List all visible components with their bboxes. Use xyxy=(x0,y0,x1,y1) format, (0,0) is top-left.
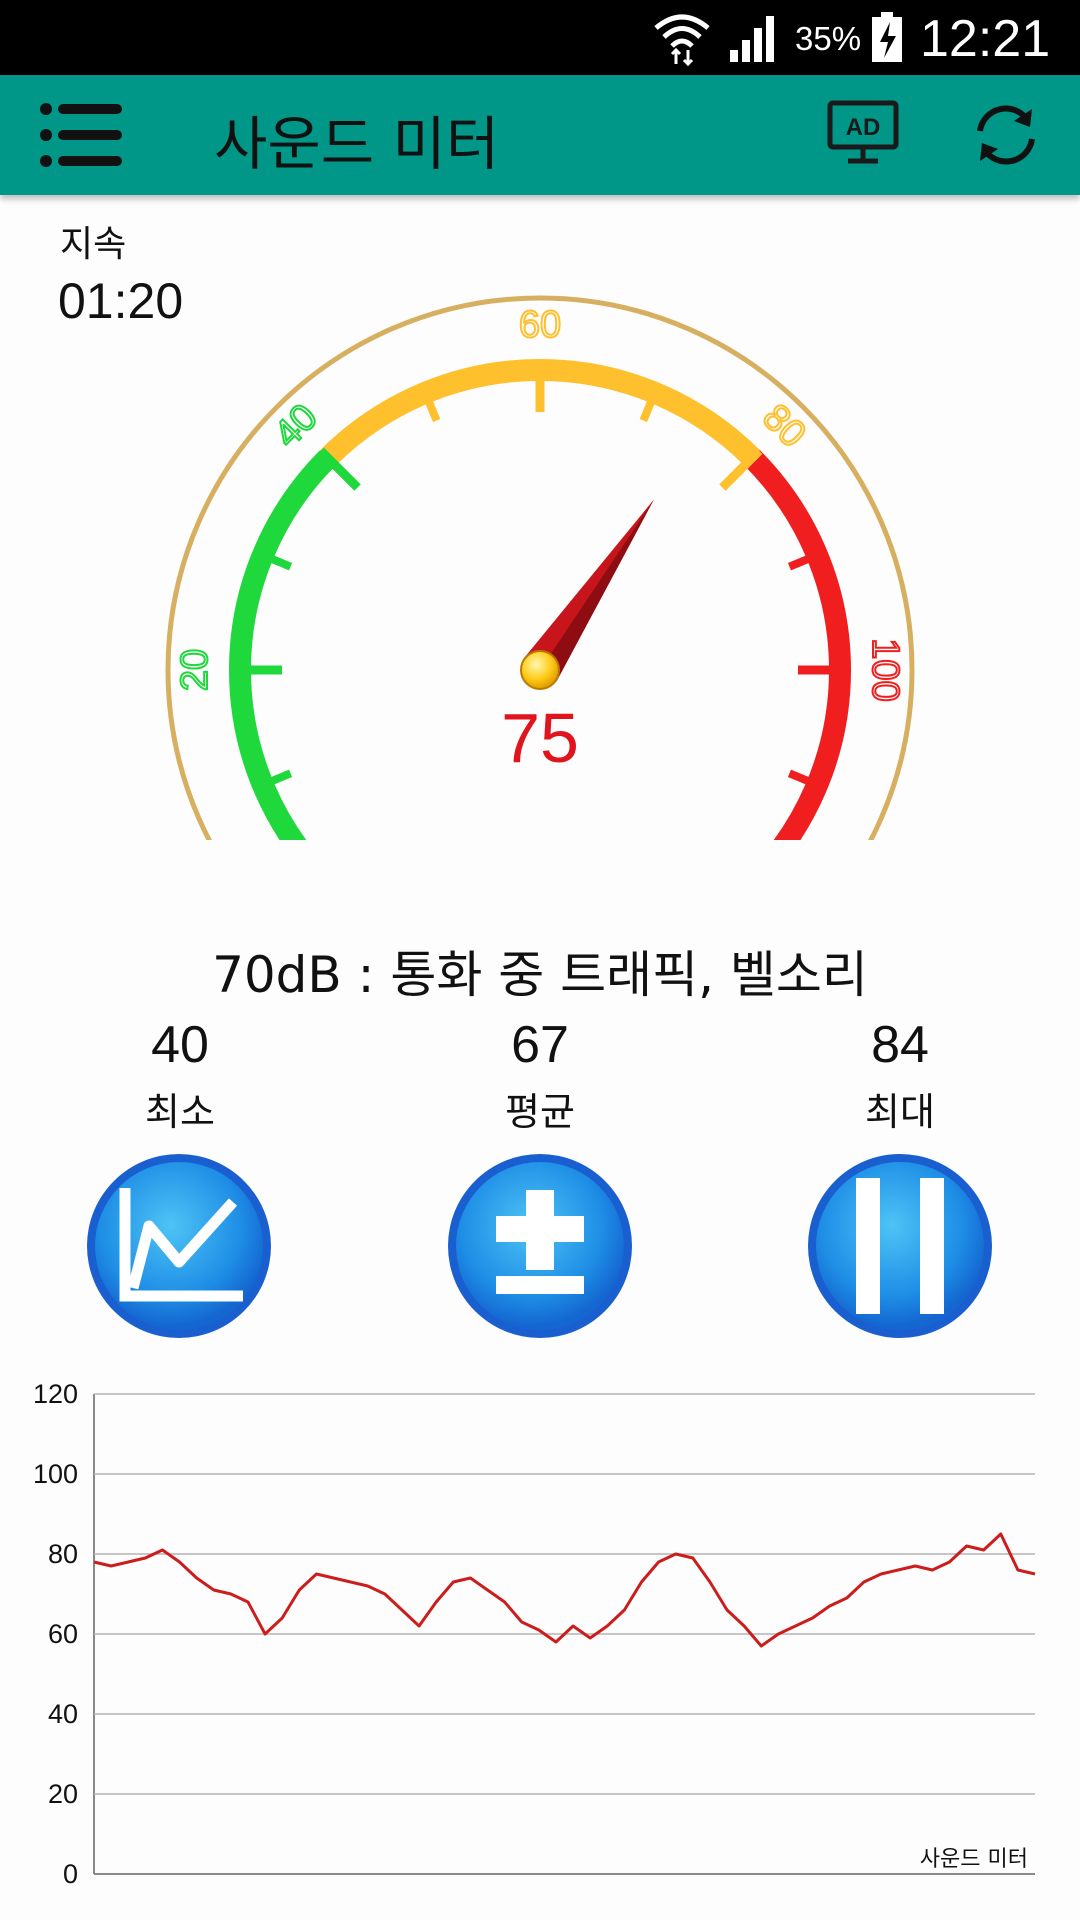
wifi-icon xyxy=(654,14,710,66)
refresh-icon[interactable] xyxy=(968,97,1044,173)
ad-label: AD xyxy=(846,114,881,141)
gauge-tick-label: 60 xyxy=(519,304,561,346)
stat-min: 40 최소 xyxy=(80,1015,280,1136)
y-tick-label: 60 xyxy=(48,1619,78,1649)
y-tick-label: 100 xyxy=(33,1459,78,1489)
chart-watermark: 사운드 미터 xyxy=(920,1847,1028,1872)
y-tick-label: 20 xyxy=(48,1779,78,1809)
stat-max: 84 최대 xyxy=(800,1015,1000,1136)
clock: 12:21 xyxy=(920,10,1051,68)
signal-icon xyxy=(730,16,774,62)
battery-percent: 35% xyxy=(795,20,862,57)
series-line-0 xyxy=(93,1532,1036,1648)
y-tick-label: 80 xyxy=(48,1539,78,1569)
duration-label: 지속 xyxy=(60,224,127,265)
stat-min-value: 40 xyxy=(151,1016,209,1074)
app-bar: 사운드 미터 AD xyxy=(0,75,1080,195)
gauge-zone-0 xyxy=(229,450,336,840)
gauge-needle-shade xyxy=(540,499,654,682)
gauge-zone-2 xyxy=(744,450,851,840)
stat-avg-value: 67 xyxy=(511,1016,569,1074)
gauge-tick-label: 20 xyxy=(174,649,216,691)
pause-button[interactable] xyxy=(804,1150,996,1342)
level-description: 70dB : 통화 중 트래픽, 벨소리 xyxy=(212,946,868,1004)
stat-max-label: 최대 xyxy=(865,1090,935,1134)
gauge-hub xyxy=(520,650,560,690)
menu-icon[interactable] xyxy=(38,97,128,173)
gauge-tick-label: 100 xyxy=(864,638,906,701)
stat-avg-label: 평균 xyxy=(505,1090,575,1134)
app-title: 사운드 미터 xyxy=(214,110,500,178)
history-chart: 0 20 40 60 80 100 120 사운드 미터 xyxy=(33,1379,1036,1889)
stat-min-label: 최소 xyxy=(145,1090,215,1134)
y-tick-label: 120 xyxy=(33,1379,78,1409)
stat-max-value: 84 xyxy=(871,1016,929,1074)
average-button[interactable] xyxy=(444,1150,636,1342)
y-tick-label: 0 xyxy=(63,1859,78,1889)
battery-charging-icon xyxy=(872,12,902,62)
remove-ads-icon[interactable]: AD xyxy=(826,97,900,173)
graph-toggle-button[interactable] xyxy=(83,1150,275,1342)
y-tick-label: 40 xyxy=(48,1699,78,1729)
current-db-value: 75 xyxy=(501,699,579,777)
status-bar: 35% 12:21 xyxy=(0,0,1080,75)
stat-avg: 67 평균 xyxy=(440,1015,640,1136)
